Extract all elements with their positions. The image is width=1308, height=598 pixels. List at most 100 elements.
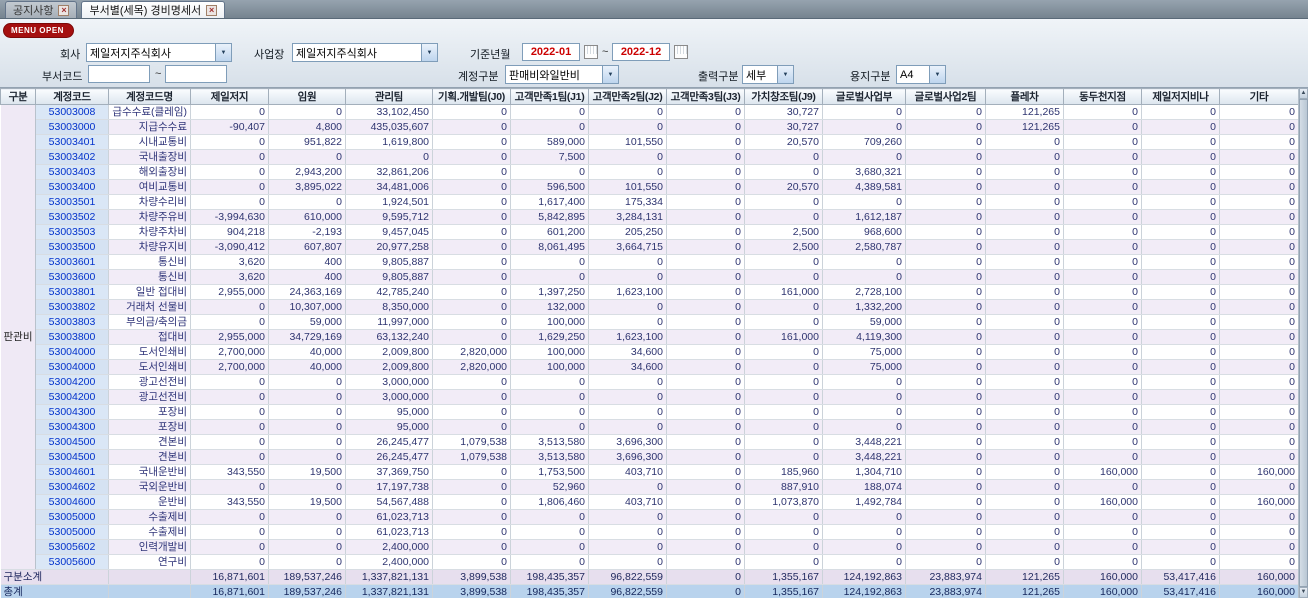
table-row[interactable]: 53005602 인력개발비 0 0 2,400,000 0 0 0 0 0 0 0 0 0 0 0 bbox=[1, 539, 1298, 555]
column-header[interactable]: 제일저지비나 bbox=[1141, 88, 1220, 105]
table-row[interactable]: 53003402 국내출장비 0 0 0 0 7,500 0 0 0 0 0 0 0 0 0 bbox=[1, 149, 1298, 165]
column-header[interactable]: 계정코드명 bbox=[108, 88, 191, 105]
column-header[interactable]: 기획.개발팀(J0) bbox=[432, 88, 511, 105]
table-row[interactable]: 53003803 부의금/축의금 0 59,000 11,997,000 0 100,000… bbox=[1, 314, 1298, 330]
table-row[interactable]: 53004500 견본비 0 0 26,245,477 1,079,538 3,513,58… bbox=[1, 449, 1298, 465]
column-header[interactable]: 고객만족3팀(J3) bbox=[666, 88, 745, 105]
column-header[interactable]: 고객만족1팀(J1) bbox=[510, 88, 589, 105]
table-row[interactable]: 53003500 차량유지비 -3,090,412 607,807 20,977,258… bbox=[1, 239, 1298, 255]
chevron-down-icon[interactable]: ▼ bbox=[602, 66, 618, 83]
table-row[interactable]: 53005600 연구비 0 0 2,400,000 0 0 0 0 0 0 0 0 0 0 0 bbox=[1, 554, 1298, 570]
table-row[interactable]: 53004300 포장비 0 0 95,000 0 0 0 0 0 0 0 0 0 0 0 bbox=[1, 419, 1298, 435]
value-cell: 26,245,477 bbox=[345, 449, 433, 465]
table-row[interactable]: 판관비 53003008 급수수료(클레임) 0 0 33,102,450 0 0 0 0 30,7… bbox=[0, 104, 1298, 570]
chevron-down-icon[interactable]: ▼ bbox=[215, 44, 231, 61]
table-row[interactable]: 53003800 접대비 2,955,000 34,729,169 63,132,240… bbox=[1, 329, 1298, 345]
table-row[interactable]: 53005000 수출제비 0 0 61,023,713 0 0 0 0 0 0 0 0 0 0 0 bbox=[1, 524, 1298, 540]
column-header[interactable]: 제일저지 bbox=[190, 88, 269, 105]
column-header[interactable]: 임원 bbox=[268, 88, 346, 105]
table-row[interactable]: 53003802 거래처 선물비 0 10,307,000 8,350,000 0 132,… bbox=[1, 299, 1298, 315]
table-row[interactable]: 53003801 일반 접대비 2,955,000 24,363,169 42,785,… bbox=[1, 284, 1298, 300]
chevron-down-icon[interactable]: ▼ bbox=[777, 66, 793, 83]
table-row[interactable]: 53004200 광고선전비 0 0 3,000,000 0 0 0 0 0 0 0 0 0 0 0 bbox=[1, 389, 1298, 405]
value-cell: 0 bbox=[432, 284, 511, 300]
company-select[interactable]: 제일저지주식회사 ▼ bbox=[86, 43, 232, 62]
column-header[interactable]: 계정코드 bbox=[35, 88, 109, 105]
column-header[interactable]: 고객만족2팀(J2) bbox=[588, 88, 667, 105]
table-row[interactable]: 53003502 차량주유비 -3,994,630 610,000 9,595,712 0… bbox=[1, 209, 1298, 225]
column-header[interactable]: 플레차 bbox=[985, 88, 1064, 105]
table-row[interactable]: 53003000 지급수수료 -90,407 4,800 435,035,607 0 0 0 0… bbox=[1, 119, 1298, 135]
table-row[interactable]: 53004000 도서인쇄비 2,700,000 40,000 2,009,800 2,8… bbox=[1, 359, 1298, 375]
table-row[interactable]: 53004601 국내운반비 343,550 19,500 37,369,750 0 1,7… bbox=[1, 464, 1298, 480]
value-cell: 0 bbox=[1141, 524, 1220, 540]
output-type-select[interactable]: 세부 ▼ bbox=[742, 65, 794, 84]
scroll-up-icon[interactable]: ▲ bbox=[1299, 88, 1308, 99]
table-row[interactable]: 53003403 해외출장비 0 2,943,200 32,861,206 0 0 0 0 0 3,… bbox=[1, 164, 1298, 180]
chevron-down-icon[interactable]: ▼ bbox=[929, 66, 945, 83]
column-header[interactable]: 관리팀 bbox=[345, 88, 433, 105]
dept-code-label: 부서코드 bbox=[42, 71, 83, 83]
table-row[interactable]: 53004500 견본비 0 0 26,245,477 1,079,538 3,513,58… bbox=[1, 434, 1298, 450]
column-header[interactable]: 글로벌사업부 bbox=[822, 88, 906, 105]
table-row[interactable]: 53003501 차량수리비 0 0 1,924,501 0 1,617,400 175,33… bbox=[1, 194, 1298, 210]
dept-code-tilde: ~ bbox=[155, 68, 162, 80]
value-cell: 37,369,750 bbox=[345, 464, 433, 480]
chevron-down-icon[interactable]: ▼ bbox=[421, 44, 437, 61]
paper-type-select[interactable]: A4 ▼ bbox=[896, 65, 946, 84]
value-cell: 100,000 bbox=[510, 359, 589, 375]
scroll-down-icon[interactable]: ▼ bbox=[1299, 587, 1308, 598]
vertical-scrollbar[interactable]: ▲ ▼ bbox=[1298, 88, 1308, 598]
period-to-input[interactable]: 2022-12 bbox=[612, 43, 670, 61]
value-cell: 0 bbox=[190, 299, 269, 315]
total-row[interactable]: 총계 16,871,601 189,537,246 1,337,821,131 3,89… bbox=[0, 584, 1298, 598]
value-cell: 0 bbox=[1063, 404, 1142, 420]
value-cell: 0 bbox=[1219, 299, 1298, 315]
value-cell: 160,000 bbox=[1063, 494, 1142, 510]
table-row[interactable]: 53003401 시내교통비 0 951,822 1,619,800 0 589,000 10… bbox=[1, 134, 1298, 150]
value-cell: 0 bbox=[905, 194, 986, 210]
value-cell: 0 bbox=[1219, 119, 1298, 135]
menu-open-button[interactable]: MENU OPEN bbox=[3, 23, 74, 38]
calendar-icon[interactable] bbox=[674, 45, 688, 59]
account-name-cell: 통신비 bbox=[108, 269, 191, 285]
dept-code-from-input[interactable] bbox=[88, 65, 150, 83]
table-row[interactable]: 53003601 통신비 3,620 400 9,805,887 0 0 0 0 0 0 0 0 0 0 0 bbox=[1, 254, 1298, 270]
table-row[interactable]: 53003503 차량주차비 904,218 -2,193 9,457,045 0 601,… bbox=[1, 224, 1298, 240]
column-header[interactable]: 동두천지점 bbox=[1063, 88, 1142, 105]
column-header[interactable]: 기타 bbox=[1219, 88, 1298, 105]
dept-code-to-input[interactable] bbox=[165, 65, 227, 83]
value-cell: 0 bbox=[905, 404, 986, 420]
value-cell: 0 bbox=[1141, 149, 1220, 165]
scrollbar-thumb[interactable] bbox=[1299, 99, 1308, 587]
value-cell: 0 bbox=[432, 374, 511, 390]
table-row[interactable]: 53004600 운반비 343,550 19,500 54,567,488 0 1,806… bbox=[1, 494, 1298, 510]
table-row[interactable]: 53004000 도서인쇄비 2,700,000 40,000 2,009,800 2,8… bbox=[1, 344, 1298, 360]
site-select[interactable]: 제일저지주식회사 ▼ bbox=[292, 43, 438, 62]
calendar-icon[interactable] bbox=[584, 45, 598, 59]
value-cell: 0 bbox=[905, 314, 986, 330]
tab-notice[interactable]: 공지사항 × bbox=[5, 1, 78, 18]
tab-expense-report[interactable]: 부서별(세목) 경비명세서 × bbox=[81, 1, 226, 18]
subtotal-row[interactable]: 구분소계 16,871,601 189,537,246 1,337,821,131 3,… bbox=[0, 569, 1298, 585]
table-row[interactable]: 53004200 광고선전비 0 0 3,000,000 0 0 0 0 0 0 0 0 0 0 0 bbox=[1, 374, 1298, 390]
value-cell: 0 bbox=[510, 119, 589, 135]
value-cell: 0 bbox=[432, 209, 511, 225]
period-from-input[interactable]: 2022-01 bbox=[522, 43, 580, 61]
close-icon[interactable]: × bbox=[206, 4, 218, 16]
value-cell: 2,009,800 bbox=[345, 359, 433, 375]
column-header[interactable]: 가치창조팀(J9) bbox=[744, 88, 823, 105]
table-row[interactable]: 53005000 수출제비 0 0 61,023,713 0 0 0 0 0 0 0 0 0 0 0 bbox=[1, 509, 1298, 525]
column-header[interactable]: 구분 bbox=[0, 88, 36, 105]
table-row[interactable]: 53004300 포장비 0 0 95,000 0 0 0 0 0 0 0 0 0 0 0 bbox=[1, 404, 1298, 420]
value-cell: 0 bbox=[1219, 419, 1298, 435]
table-row[interactable]: 53004602 국외운반비 0 0 17,197,738 0 52,960 0 0 887,91… bbox=[1, 479, 1298, 495]
close-icon[interactable]: × bbox=[58, 4, 70, 16]
table-row[interactable]: 53003400 여비교통비 0 3,895,022 34,481,006 0 596,50… bbox=[1, 179, 1298, 195]
column-header[interactable]: 글로벌사업2팀 bbox=[905, 88, 986, 105]
account-name-cell: 여비교통비 bbox=[108, 179, 191, 195]
value-cell: 101,550 bbox=[588, 179, 667, 195]
account-type-select[interactable]: 판매비와일반비 ▼ bbox=[505, 65, 619, 84]
table-row[interactable]: 53003600 통신비 3,620 400 9,805,887 0 0 0 0 0 0 0 0 0 0 0 bbox=[1, 269, 1298, 285]
value-cell: 9,595,712 bbox=[345, 209, 433, 225]
